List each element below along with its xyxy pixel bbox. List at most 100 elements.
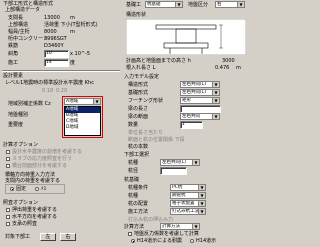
row-value-rebar: D3460Y	[44, 43, 64, 49]
chevron-down-icon[interactable]: ▼	[198, 193, 205, 198]
check-section-title: 照査オプション	[3, 200, 39, 206]
check-opt1-label: 押出荷重を考慮する	[12, 207, 58, 213]
calc-opt-radio[interactable]	[190, 239, 194, 243]
design-section-title: 設計要素	[3, 73, 24, 79]
calc-method-combo[interactable]: 計算方法 ▼	[160, 223, 200, 230]
chevron-down-icon[interactable]: ▼	[212, 82, 219, 87]
importance-label: 重要度	[8, 122, 24, 128]
chevron-down-icon[interactable]: ▼	[212, 114, 219, 119]
pile-type-combo[interactable]: 左右共同(L) ▼	[160, 159, 200, 166]
model-row-combo[interactable]: 左右共同(L) ▼	[180, 81, 220, 88]
calc-opt-radio[interactable]	[131, 239, 135, 243]
ground-class-combo[interactable]: 右 ▼	[215, 1, 245, 8]
model-row-combo[interactable]: 左右共同(L) ▼	[180, 89, 220, 96]
calc-opt1-checkbox[interactable]	[128, 232, 132, 236]
check-opt3-checkbox[interactable]	[6, 222, 10, 226]
chevron-down-icon[interactable]: ▼	[212, 98, 219, 103]
row-label-rebar: 鉄筋	[8, 43, 19, 49]
chevron-down-icon[interactable]: ▼	[175, 2, 182, 7]
footer-left-button[interactable]: 左	[40, 233, 56, 241]
model-row-value: 左右共同(L)	[182, 82, 207, 87]
model-row-combo[interactable]: 矩形 ▼	[180, 97, 220, 104]
f-row-label: 杭の配置	[128, 201, 149, 207]
row-value-super: 活荷重 下小(T型桁形式)	[44, 22, 98, 28]
depth-unit: m	[236, 65, 241, 71]
chevron-down-icon[interactable]: ▼	[192, 224, 199, 229]
highlight-box	[62, 96, 103, 138]
ground-type-label: 地盤種別	[8, 112, 29, 118]
f-row-combo[interactable]: 鋼管杭 ▼	[170, 192, 206, 199]
f-row-value: 打込み杭工法	[172, 209, 199, 214]
model-row-label: 数量	[128, 122, 139, 128]
note1: 単位長さ当たり	[128, 130, 164, 136]
f-row-label: 杭種条件	[128, 185, 149, 191]
footer-label: 対象下部工	[5, 234, 31, 240]
calc-option3-checkbox[interactable]	[6, 164, 10, 168]
calc-opt3-label: H14道示による耐震	[137, 238, 182, 244]
option-radio-a[interactable]	[10, 187, 14, 191]
check-opt1-checkbox[interactable]	[6, 208, 10, 212]
f-row-value: PC杭	[172, 185, 183, 190]
foundation-type-combo[interactable]: 杭基礎 ▼	[145, 1, 183, 8]
foundation-section-title: 杭基礎	[124, 177, 140, 183]
row-value-concrete: 3996SGT	[44, 36, 67, 42]
pile-section-title: 下部工選択	[124, 152, 150, 158]
model-row-label: フーチング形状	[128, 98, 164, 104]
chevron-down-icon[interactable]: ▼	[192, 160, 199, 165]
model-row-value: 矩形	[182, 98, 191, 103]
sub-title: 上部構造データ	[5, 7, 41, 13]
pile-type-value: 左右共同(L)	[162, 160, 187, 165]
row-value-width: 8000	[44, 29, 57, 35]
divider	[2, 70, 120, 72]
calc-option2-checkbox[interactable]	[6, 157, 10, 161]
f-row-combo[interactable]: 格子状配置 ▼	[170, 200, 206, 207]
check-opt2-label: 水平方向を考慮する	[12, 214, 58, 220]
skew-input[interactable]: 10	[44, 50, 69, 58]
pile-dia-input[interactable]	[160, 167, 187, 175]
model-row-label: 構造形式	[128, 82, 149, 88]
model-row-input[interactable]	[180, 105, 221, 113]
height-label: 計画高と地盤面までの高さ h	[126, 58, 191, 64]
pile-dia-label: 杭径	[128, 168, 139, 174]
model-row-label: 梁の断面	[128, 114, 149, 120]
calc-option1-checkbox[interactable]	[6, 150, 10, 154]
option-radio-b-label: ﾒｽ	[41, 186, 47, 192]
structure-diagram	[126, 19, 246, 55]
f-row-combo[interactable]: 打込み杭工法 ▼	[170, 208, 206, 215]
chevron-down-icon[interactable]: ▼	[198, 185, 205, 190]
chevron-down-icon[interactable]: ▼	[212, 90, 219, 95]
calc-opt1-label: 地盤反力係数を考慮して計算	[134, 231, 199, 237]
row-unit-span: m	[70, 15, 75, 21]
const-input[interactable]: 14	[44, 59, 69, 67]
kh-label-2: 0.20	[56, 88, 68, 94]
diagram-label: 構造形状	[126, 12, 147, 18]
row-label-width: 幅員/主桁	[8, 29, 30, 35]
model-row-value: 左右共同(L)	[182, 90, 207, 95]
model-row-label: 梁の長さ	[128, 106, 149, 112]
row-unit-skew: x 10^-5	[70, 51, 91, 57]
model-row-combo[interactable]: 左右共同 ▼	[180, 113, 220, 120]
row-unit-const: 度	[70, 60, 76, 66]
footer-right-button[interactable]: 右	[60, 233, 76, 241]
option-radio-a-label: 固定	[16, 186, 27, 192]
model-row-value: 左右共同	[182, 114, 200, 119]
row-value-span: 13000	[44, 15, 60, 21]
chevron-down-icon[interactable]: ▼	[198, 201, 205, 206]
f-row-combo[interactable]: PC杭 ▼	[170, 184, 206, 191]
f-row-value: 格子状配置	[172, 201, 195, 206]
pile-type-label: 杭種	[128, 160, 139, 166]
foundation-type-value: 杭基礎	[147, 2, 161, 7]
depth-value: 0.476	[215, 65, 230, 71]
option-radio-b[interactable]	[35, 187, 39, 191]
f-row-value: 鋼管杭	[172, 193, 186, 198]
seismic-label: レベル1地震時の標準設計水平震度 Khc	[5, 80, 94, 86]
model-row-input[interactable]: 1	[180, 121, 203, 129]
f-row-label: 施工方法	[128, 209, 149, 215]
check-opt2-checkbox[interactable]	[6, 215, 10, 219]
ground-class-value: 右	[217, 2, 222, 7]
calc-section-title: 計算方法	[124, 224, 145, 230]
row-label-concrete: 桁中コンクリート	[8, 36, 49, 42]
row-label-skew: 斜角	[8, 51, 19, 57]
chevron-down-icon[interactable]: ▼	[237, 2, 244, 7]
chevron-down-icon[interactable]: ▼	[198, 209, 205, 214]
